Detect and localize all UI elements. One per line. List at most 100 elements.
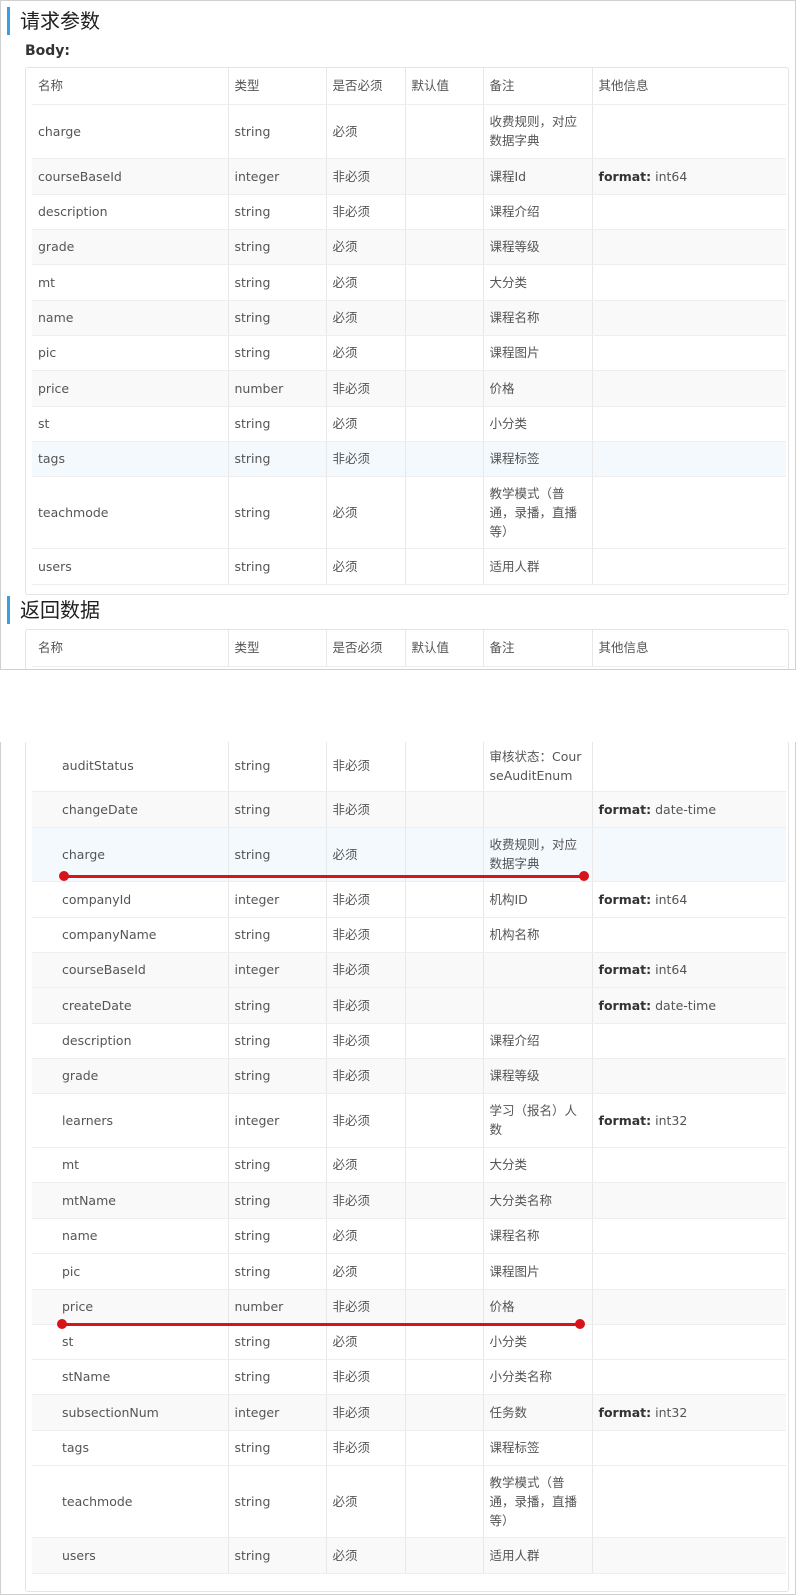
format-value: int32 [655, 1112, 688, 1128]
col-header-extra: 其他信息 [591, 630, 786, 667]
param-default [404, 1058, 483, 1094]
table-row: learners integer 非必须 学习（报名）人数 format: int32 [32, 1093, 786, 1148]
format-value: int64 [655, 962, 688, 977]
param-type: string [227, 1430, 326, 1466]
param-note: 机构ID [482, 881, 592, 918]
param-default [404, 194, 483, 230]
param-name: users [32, 548, 228, 585]
param-default [404, 791, 483, 828]
param-name: tags [32, 1430, 228, 1466]
param-required: 非必须 [325, 742, 405, 792]
response-table-box-head: 名称 类型 是否必须 默认值 备注 其他信息 [25, 629, 789, 669]
format-key: format: [598, 1404, 652, 1420]
param-note: 小分类 [482, 406, 592, 442]
format-key: format: [598, 891, 652, 907]
param-required: 非必须 [325, 1182, 405, 1219]
param-required: 必须 [325, 1465, 405, 1538]
param-default [404, 1218, 483, 1254]
param-default [404, 1289, 483, 1325]
param-note: 课程介绍 [482, 194, 592, 230]
annotation-line-price [63, 1323, 580, 1326]
format-key: format: [598, 962, 652, 977]
annotation-line-charge [63, 875, 584, 878]
param-required: 必须 [325, 827, 405, 882]
param-type: string [227, 987, 326, 1024]
param-default [404, 1324, 483, 1360]
col-header-required: 是否必须 [325, 630, 405, 667]
param-default [404, 742, 483, 792]
param-extra [591, 1289, 786, 1325]
response-panel: auditStatus string 非必须 审核状态：CourseAuditEnum… [0, 742, 796, 1595]
table-row: tags string 非必须 课程标签 [32, 441, 786, 477]
param-default [404, 881, 483, 918]
table-row: subsectionNum integer 非必须 任务数 format: int32 [32, 1394, 786, 1431]
table-row: companyId integer 非必须 机构ID format: int64 [32, 881, 786, 918]
param-default [404, 1537, 483, 1574]
param-type: number [227, 1289, 326, 1325]
table-row: users string 必须 适用人群 [32, 1537, 786, 1574]
param-name: stName [32, 1359, 228, 1395]
param-name: st [32, 1324, 228, 1360]
table-row: description string 非必须 课程介绍 [32, 1023, 786, 1059]
param-default [404, 1147, 483, 1183]
param-extra: format: date-time [591, 791, 786, 828]
param-required: 必须 [325, 300, 405, 336]
param-name: subsectionNum [32, 1394, 228, 1431]
param-name: name [32, 300, 228, 336]
request-table: 名称 类型 是否必须 默认值 备注 其他信息 charge string 必须 收费规… [32, 68, 786, 585]
response-table-box: auditStatus string 非必须 审核状态：CourseAuditEnum… [25, 742, 789, 1592]
response-section-title: 返回数据 [7, 596, 100, 624]
param-type: integer [227, 1093, 326, 1148]
col-header-name: 名称 [32, 68, 228, 105]
format-key: format: [598, 168, 652, 184]
param-default [404, 1023, 483, 1059]
param-note: 课程图片 [482, 335, 592, 371]
param-extra [591, 827, 786, 882]
request-panel: 请求参数 Body: 名称 类型 是否必须 默认值 备注 其他信息 charge… [0, 0, 796, 670]
param-default [404, 158, 483, 195]
param-note: 教学模式（普通，录播，直播等） [482, 1465, 592, 1538]
param-default [404, 548, 483, 585]
param-type: string [227, 406, 326, 442]
param-name: grade [32, 1058, 228, 1094]
param-type: string [227, 476, 326, 549]
param-extra: format: int32 [591, 1394, 786, 1431]
col-header-name: 名称 [32, 630, 228, 667]
param-note: 小分类名称 [482, 1359, 592, 1395]
table-row: companyName string 非必须 机构名称 [32, 917, 786, 953]
table-row: courseBaseId integer 非必须 课程Id format: int64 [32, 158, 786, 195]
param-type: string [227, 1147, 326, 1183]
table-row: users string 必须 适用人群 [32, 548, 786, 585]
param-note: 适用人群 [482, 548, 592, 585]
param-extra [591, 742, 786, 792]
param-extra [591, 441, 786, 477]
response-table: auditStatus string 非必须 审核状态：CourseAuditEnum… [32, 742, 786, 1574]
param-required: 必须 [325, 335, 405, 371]
param-required: 非必须 [325, 917, 405, 953]
param-type: string [227, 194, 326, 230]
param-default [404, 441, 483, 477]
param-type: string [227, 1253, 326, 1290]
table-row: pic string 必须 课程图片 [32, 1253, 786, 1290]
param-required: 非必须 [325, 1394, 405, 1431]
param-name: pic [32, 335, 228, 371]
param-type: string [227, 300, 326, 336]
table-row: name string 必须 课程名称 [32, 1218, 786, 1254]
request-section-title: 请求参数 [7, 7, 100, 35]
param-required: 非必须 [325, 441, 405, 477]
param-note: 价格 [482, 370, 592, 407]
format-key: format: [598, 801, 652, 817]
param-required: 非必须 [325, 987, 405, 1024]
param-default [404, 987, 483, 1024]
param-type: string [227, 1324, 326, 1360]
param-type: integer [227, 952, 326, 988]
param-note: 小分类 [482, 1324, 592, 1360]
param-default [404, 1359, 483, 1395]
param-note: 课程名称 [482, 300, 592, 336]
param-extra [591, 264, 786, 301]
param-default [404, 229, 483, 265]
param-note: 审核状态：CourseAuditEnum [482, 742, 592, 792]
table-row: grade string 必须 课程等级 [32, 229, 786, 265]
param-extra [591, 194, 786, 230]
param-default [404, 952, 483, 988]
